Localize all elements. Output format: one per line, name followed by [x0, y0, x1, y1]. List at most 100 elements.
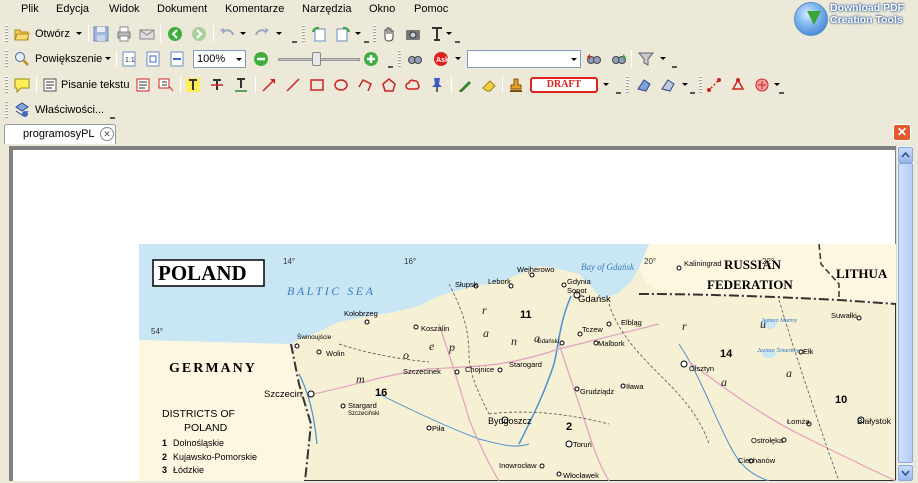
province-letter: a [721, 375, 727, 389]
rotate-left-icon[interactable] [311, 26, 327, 42]
filter-dropdown-icon[interactable] [660, 57, 666, 60]
zoom-in-icon[interactable] [363, 51, 379, 67]
ellipse-tool-icon[interactable] [333, 77, 349, 93]
city-label: Wejherowo [517, 265, 554, 274]
underline-text-icon[interactable] [233, 77, 249, 93]
area-tool-icon[interactable] [754, 77, 770, 93]
scroll-down-button[interactable] [898, 465, 913, 481]
snapshot-icon[interactable] [405, 26, 421, 42]
zoom-button[interactable]: Powiększenie [35, 53, 102, 65]
stamp-dropdown-icon[interactable] [603, 83, 609, 86]
filter-icon[interactable] [638, 51, 654, 67]
undo-icon[interactable] [219, 26, 235, 42]
menu-file[interactable]: Plik [21, 3, 39, 15]
search-input[interactable] [467, 50, 581, 68]
perimeter-tool-icon[interactable] [730, 77, 746, 93]
menu-comments[interactable]: Komentarze [225, 3, 284, 15]
zoom-out-icon[interactable] [253, 51, 269, 67]
longitude-16: 16° [404, 257, 416, 266]
properties-icon[interactable] [14, 102, 30, 118]
find-next-icon[interactable] [611, 51, 627, 67]
typewriter-icon[interactable] [42, 77, 58, 93]
highlight-text-icon[interactable] [185, 77, 201, 93]
city-label: Iława [626, 382, 644, 391]
open-folder-icon[interactable] [14, 26, 30, 42]
measure-dropdown-icon[interactable] [682, 83, 688, 86]
rotate-right-icon[interactable] [335, 26, 351, 42]
callout-icon[interactable] [158, 77, 174, 93]
search-web-icon[interactable]: Ask [433, 51, 449, 67]
back-icon[interactable] [167, 26, 183, 42]
polyline-tool-icon[interactable] [357, 77, 373, 93]
print-icon[interactable] [116, 26, 132, 42]
province-letter: r [682, 319, 687, 333]
close-document-button[interactable]: ✕ [893, 124, 911, 141]
bay-label: Bay of Gdańsk [581, 262, 635, 272]
measure-perimeter-icon[interactable] [660, 77, 676, 93]
eraser-icon[interactable] [481, 77, 497, 93]
zoom-icon[interactable] [14, 51, 30, 67]
email-icon[interactable] [139, 26, 155, 42]
latitude-54: 54° [151, 327, 163, 336]
scroll-thumb[interactable] [898, 163, 913, 463]
select-dropdown-icon[interactable] [446, 32, 452, 35]
find-icon[interactable] [407, 51, 423, 67]
select-text-icon[interactable] [429, 26, 445, 42]
vertical-scrollbar[interactable] [896, 146, 913, 481]
strikeout-text-icon[interactable] [209, 77, 225, 93]
pin-icon[interactable] [429, 77, 445, 93]
zoom-level-dropdown-icon [236, 58, 242, 61]
redo-dropdown-icon[interactable] [276, 32, 282, 35]
properties-button[interactable]: Właściwości... [35, 104, 104, 116]
scroll-up-button[interactable] [898, 147, 913, 163]
city-label: Elbląg [621, 318, 642, 327]
text-box-icon[interactable] [135, 77, 151, 93]
toolbar-file: Otwórz [0, 21, 918, 47]
city-label: Bydgoszcz [488, 416, 532, 426]
menu-document[interactable]: Dokument [157, 3, 207, 15]
poland-map: POLAND BALTIC SEA Bay of Gdańsk RUSSIAN … [139, 244, 896, 481]
rotate-dropdown-icon[interactable] [355, 32, 361, 35]
menu-tools[interactable]: Narzędzia [302, 3, 352, 15]
typewriter-button[interactable]: Pisanie tekstu [61, 79, 129, 91]
cloud-tool-icon[interactable] [405, 77, 421, 93]
toolbar-chevron-icon[interactable] [292, 35, 297, 43]
zoom-dropdown-icon[interactable] [105, 57, 111, 60]
tab-close-icon[interactable]: ✕ [100, 127, 114, 141]
legend-number: 2 [162, 452, 167, 462]
arrow-tool-icon[interactable] [261, 77, 277, 93]
undo-dropdown-icon[interactable] [240, 32, 246, 35]
search-engine-dropdown-icon[interactable] [455, 57, 461, 60]
fit-width-icon[interactable] [169, 51, 185, 67]
fit-page-icon[interactable] [145, 51, 161, 67]
save-icon[interactable] [93, 26, 109, 42]
stamp-preview[interactable]: DRAFT [530, 77, 598, 93]
open-button[interactable]: Otwórz [35, 28, 70, 40]
zoom-slider-thumb[interactable] [312, 52, 321, 66]
actual-size-icon[interactable]: 1:1 [121, 51, 137, 67]
find-previous-icon[interactable] [586, 51, 602, 67]
sticky-note-icon[interactable] [14, 77, 30, 93]
city-label: Wolin [326, 349, 345, 358]
polygon-tool-icon[interactable] [381, 77, 397, 93]
stamp-icon[interactable] [508, 77, 524, 93]
redo-icon[interactable] [254, 26, 270, 42]
measure-area-icon[interactable] [636, 77, 652, 93]
tab-programosypl[interactable]: programosyPL ✕ [4, 124, 116, 144]
hand-tool-icon[interactable] [381, 26, 397, 42]
legend-name: Kujawsko-Pomorskie [173, 452, 257, 462]
menu-edit[interactable]: Edycja [56, 3, 89, 15]
city-label: Suwałki [831, 311, 857, 320]
menu-window[interactable]: Okno [369, 3, 395, 15]
district-number: 2 [566, 421, 572, 433]
city-label: Olsztyn [689, 364, 714, 373]
menu-view[interactable]: Widok [109, 3, 140, 15]
distance-tool-icon[interactable] [706, 77, 722, 93]
rectangle-tool-icon[interactable] [309, 77, 325, 93]
zoom-level-select[interactable]: 100% [193, 50, 246, 68]
line-tool-icon[interactable] [285, 77, 301, 93]
forward-icon[interactable] [191, 26, 207, 42]
menu-help[interactable]: Pomoc [414, 3, 448, 15]
open-dropdown-icon[interactable] [76, 32, 82, 35]
pencil-icon[interactable] [457, 77, 473, 93]
